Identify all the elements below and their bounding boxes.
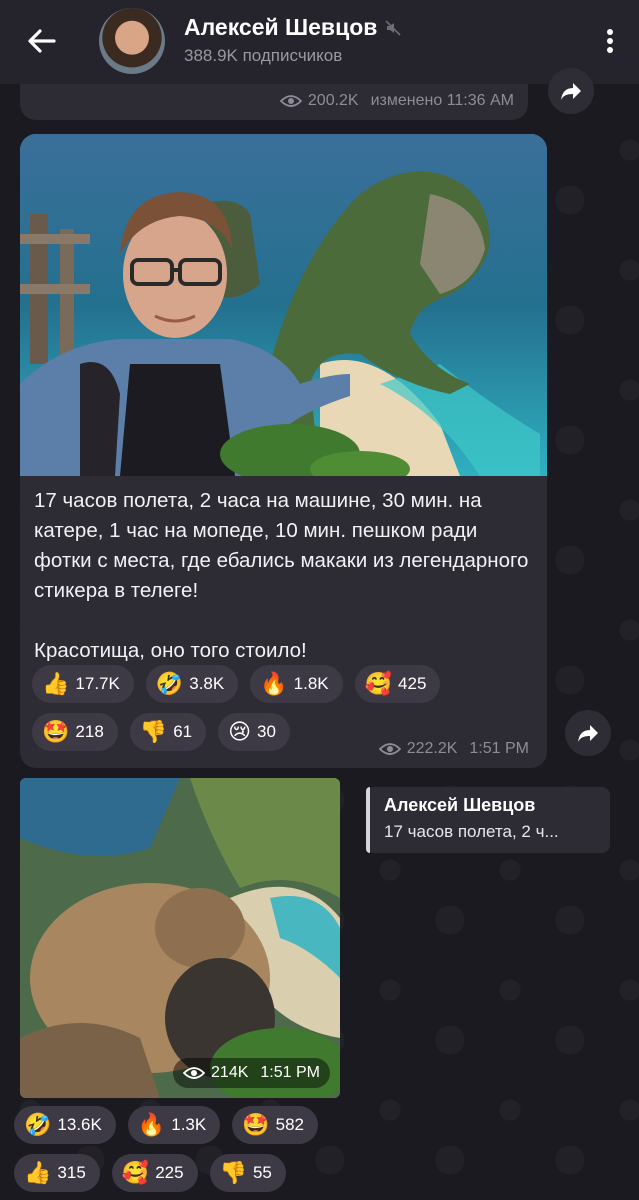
vertical-dots-icon xyxy=(607,29,613,53)
reaction-count: 30 xyxy=(257,722,276,741)
post-photo[interactable] xyxy=(20,134,547,476)
reaction-count: 425 xyxy=(398,674,427,693)
reaction-count: 3.8K xyxy=(189,674,225,693)
reaction-count: 17.7K xyxy=(75,674,120,693)
post-views: 222.2K xyxy=(406,740,458,757)
reaction-thumbs-down[interactable]: 👎 55 xyxy=(209,1154,286,1192)
fire-icon: 🔥 xyxy=(260,671,288,696)
share-button[interactable] xyxy=(565,710,611,756)
thumbs-down-icon: 👎 xyxy=(219,1160,247,1185)
reaction-count: 55 xyxy=(252,1163,272,1182)
reaction-count: 225 xyxy=(155,1163,184,1182)
more-options-button[interactable] xyxy=(605,26,615,56)
video-reactions: 🤣 13.6K 🔥 1.3K 🤩 582 👍 315 🥰 225 👎 55 xyxy=(14,1106,354,1192)
channel-post[interactable]: 17 часов полета, 2 часа на машине, 30 ми… xyxy=(20,134,547,768)
monkeys-video-frame xyxy=(20,778,340,1098)
reaction-thumbs-down[interactable]: 👎 61 xyxy=(129,713,207,751)
reply-author: Алексей Шевцов xyxy=(384,795,536,815)
channel-title-area[interactable]: Алексей Шевцов 388.9K подписчиков xyxy=(184,14,401,66)
subscriber-count: 388.9K подписчиков xyxy=(184,46,343,65)
channel-title: Алексей Шевцов xyxy=(184,14,401,41)
share-button[interactable] xyxy=(548,68,594,114)
reaction-hearts-face[interactable]: 🥰 425 xyxy=(354,665,441,703)
reply-preview[interactable]: Алексей Шевцов 17 часов полета, 2 ч... xyxy=(366,787,610,853)
reaction-thumbs-up[interactable]: 👍 315 xyxy=(14,1154,100,1192)
reaction-rofl[interactable]: 🤣 3.8K xyxy=(145,665,239,703)
smiling-hearts-face-icon: 🥰 xyxy=(364,671,393,696)
video-views: 214K xyxy=(211,1064,249,1081)
reaction-fire[interactable]: 🔥 1.3K xyxy=(127,1106,221,1144)
reaction-count: 315 xyxy=(57,1163,86,1182)
chat-header: Алексей Шевцов 388.9K подписчиков xyxy=(0,0,639,84)
channel-name: Алексей Шевцов xyxy=(184,14,378,40)
cliff-selfie-illustration xyxy=(20,134,547,476)
fire-icon: 🔥 xyxy=(137,1112,166,1137)
reaction-fire[interactable]: 🔥 1.8K xyxy=(250,665,343,703)
previous-message[interactable]: 200.2K изменено 11:36 AM xyxy=(20,84,528,120)
post-meta: 222.2K 1:51 PM xyxy=(378,740,529,758)
reaction-count: 1.8K xyxy=(293,674,329,693)
back-button[interactable] xyxy=(24,26,60,56)
eye-icon xyxy=(378,743,401,755)
channel-avatar[interactable] xyxy=(99,8,165,74)
star-struck-icon: 🤩 xyxy=(42,719,70,744)
reaction-count: 61 xyxy=(173,722,193,741)
thumbs-up-icon: 👍 xyxy=(24,1160,52,1185)
smiling-hearts-face-icon: 🥰 xyxy=(121,1160,150,1185)
reaction-star-struck[interactable]: 🤩 582 xyxy=(232,1106,319,1144)
previous-message-views: 200.2K xyxy=(307,92,359,109)
video-time: 1:51 PM xyxy=(260,1064,320,1081)
reply-snippet: 17 часов полета, 2 ч... xyxy=(384,822,559,841)
post-time: 1:51 PM xyxy=(469,740,529,757)
post-text: 17 часов полета, 2 часа на машине, 30 ми… xyxy=(34,489,529,662)
muted-speaker-icon xyxy=(385,19,401,36)
eye-icon xyxy=(279,95,302,107)
video-message[interactable]: 214K 1:51 PM xyxy=(20,778,340,1098)
share-arrow-icon xyxy=(561,83,581,100)
reaction-count: 13.6K xyxy=(57,1115,102,1134)
previous-message-edited: изменено 11:36 AM xyxy=(370,92,514,109)
rofl-face-icon: 🤣 xyxy=(155,671,184,696)
reaction-star-struck[interactable]: 🤩 218 xyxy=(32,713,118,751)
crying-face-icon: 😢 xyxy=(228,719,252,744)
arrow-left-icon xyxy=(28,29,56,53)
eye-icon xyxy=(183,1067,206,1079)
thumbs-down-icon: 👎 xyxy=(139,719,168,744)
star-struck-icon: 🤩 xyxy=(242,1112,270,1137)
reaction-count: 218 xyxy=(75,722,104,741)
reaction-thumbs-up[interactable]: 👍 17.7K xyxy=(32,665,134,703)
reaction-hearts-face[interactable]: 🥰 225 xyxy=(111,1154,198,1192)
video-meta: 214K 1:51 PM xyxy=(173,1058,330,1088)
previous-message-meta: 200.2K изменено 11:36 AM xyxy=(279,92,514,110)
post-reactions: 👍 17.7K 🤣 3.8K 🔥 1.8K 🥰 425 🤩 218 👎 61 😢… xyxy=(32,665,502,751)
reaction-count: 582 xyxy=(275,1115,305,1134)
reaction-count: 1.3K xyxy=(171,1115,207,1134)
rofl-face-icon: 🤣 xyxy=(24,1112,52,1137)
reaction-crying[interactable]: 😢 30 xyxy=(218,713,290,751)
share-arrow-icon xyxy=(578,725,598,742)
reaction-rofl[interactable]: 🤣 13.6K xyxy=(14,1106,116,1144)
thumbs-up-icon: 👍 xyxy=(42,671,70,696)
